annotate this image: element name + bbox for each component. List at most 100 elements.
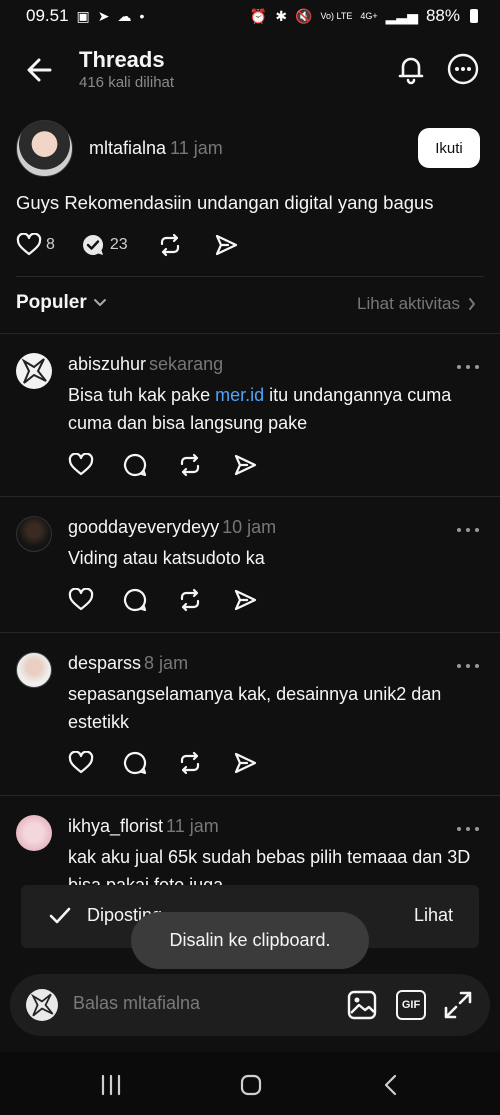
reply-count-button[interactable]: 23 [81, 233, 128, 257]
reply-text: Bisa tuh kak pake mer.id itu undangannya… [68, 381, 484, 437]
heart-icon[interactable] [68, 588, 94, 612]
reply-author: gooddayeverydeyy 10 jam [68, 517, 276, 538]
repost-icon [160, 233, 179, 257]
send-icon[interactable] [233, 588, 257, 612]
divider [0, 632, 500, 633]
expand-icon[interactable] [442, 989, 474, 1021]
bell-icon [398, 57, 424, 85]
reply-author: ikhya_florist 11 jam [68, 816, 219, 837]
home-icon[interactable] [240, 1074, 262, 1096]
battery-percent: 88% [425, 6, 460, 25]
status-right: ⏰ ✱ 🔇 Vo) LTE 4G+ ▂▃▅ 88% [250, 6, 478, 26]
recent-apps-icon[interactable] [99, 1074, 123, 1096]
reply-username[interactable]: ikhya_florist [68, 816, 163, 836]
reply-time: 10 jam [222, 517, 277, 537]
more-options-button[interactable] [446, 52, 480, 86]
title-wrap: Threads 416 kali dilihat [79, 47, 174, 91]
avatar[interactable] [16, 120, 73, 177]
back-button[interactable] [22, 54, 58, 86]
notification-button[interactable] [394, 52, 428, 86]
reply-count: 23 [109, 236, 128, 253]
post-actions: 8 23 [16, 232, 238, 258]
divider [0, 795, 500, 796]
avatar[interactable] [16, 353, 52, 389]
back-icon[interactable] [382, 1074, 400, 1096]
more-circle-icon [447, 53, 479, 85]
view-post-button[interactable]: Lihat [414, 905, 453, 926]
send-icon[interactable] [233, 751, 257, 775]
heart-icon[interactable] [68, 453, 94, 477]
image-icon[interactable] [347, 990, 377, 1020]
system-nav-bar [0, 1052, 500, 1115]
reply-text-part: Bisa tuh kak pake [68, 385, 216, 405]
reply-time: 11 jam [166, 816, 219, 836]
signal-icon: ▂▃▅ [385, 8, 418, 24]
reply-author: desparss 8 jam [68, 653, 188, 674]
follow-button[interactable]: Ikuti [418, 128, 480, 168]
chevron-right-icon [469, 298, 475, 310]
comment-icon[interactable] [123, 751, 147, 775]
clipboard-toast: Disalin ke clipboard. [131, 912, 369, 969]
reply-username[interactable]: desparss [68, 653, 141, 673]
telegram-icon: ➤ [97, 8, 110, 24]
abstract-logo-icon [21, 358, 47, 384]
like-button[interactable]: 8 [16, 233, 55, 257]
alarm-icon: ⏰ [249, 8, 268, 24]
reply-link[interactable]: mer.id [215, 385, 264, 405]
more-horizontal-icon[interactable] [455, 824, 481, 834]
reply-composer: GIF [10, 974, 490, 1036]
share-button[interactable] [214, 233, 238, 257]
comment-icon[interactable] [123, 588, 147, 612]
avatar[interactable] [16, 815, 52, 851]
gif-button[interactable]: GIF [396, 990, 426, 1020]
avatar [26, 989, 58, 1021]
repost-button[interactable] [158, 233, 182, 257]
heart-icon[interactable] [68, 751, 94, 775]
avatar[interactable] [16, 652, 52, 688]
reply-author: abiszuhur sekarang [68, 354, 223, 375]
sort-row: Populer Lihat aktivitas [0, 290, 500, 320]
check-icon [49, 907, 71, 924]
divider [0, 496, 500, 497]
repost-icon[interactable] [178, 751, 202, 775]
divider [0, 333, 500, 334]
more-horizontal-icon[interactable] [455, 661, 481, 671]
gallery-icon: ▣ [76, 8, 90, 24]
post-username[interactable]: mltafialna [89, 138, 166, 158]
repost-icon[interactable] [178, 588, 202, 612]
more-horizontal-icon[interactable] [455, 525, 481, 535]
repost-icon[interactable] [178, 453, 202, 477]
sort-dropdown[interactable]: Populer [16, 292, 107, 314]
comment-icon[interactable] [123, 453, 147, 477]
avatar[interactable] [16, 516, 52, 552]
reply-item: ikhya_florist 11 jam kak aku jual 65k sud… [0, 812, 500, 885]
header: Threads 416 kali dilihat [0, 40, 500, 100]
mute-icon: 🔇 [295, 8, 313, 24]
reply-time: 8 jam [144, 653, 189, 673]
abstract-logo-icon [30, 993, 54, 1017]
bluetooth-icon: ✱ [275, 8, 288, 24]
heart-icon [16, 233, 42, 256]
like-count: 8 [46, 236, 55, 253]
send-icon[interactable] [233, 453, 257, 477]
reply-text: Viding atau katsudoto ka [68, 548, 265, 568]
send-icon [215, 234, 237, 256]
status-time: 09.51 [26, 6, 69, 25]
view-activity-link[interactable]: Lihat aktivitas [357, 294, 476, 314]
activity-label: Lihat aktivitas [357, 294, 460, 313]
reply-input[interactable] [73, 993, 323, 1014]
reply-username[interactable]: abiszuhur [68, 354, 146, 374]
arrow-left-icon [27, 58, 52, 82]
gif-label: GIF [401, 999, 421, 1011]
sort-label: Populer [16, 292, 87, 313]
chevron-down-icon [93, 299, 106, 306]
dot-icon: • [139, 8, 145, 24]
page-title: Threads [79, 47, 165, 72]
reply-username[interactable]: gooddayeverydeyy [68, 517, 219, 537]
view-count: 416 kali dilihat [79, 74, 175, 91]
more-horizontal-icon[interactable] [455, 362, 481, 372]
post-author: mltafialna 11 jam [89, 138, 223, 159]
cloud-icon: ☁ [117, 8, 132, 24]
volte-icon: Vo) LTE [320, 10, 353, 21]
reply-bubble-icon [82, 234, 103, 255]
